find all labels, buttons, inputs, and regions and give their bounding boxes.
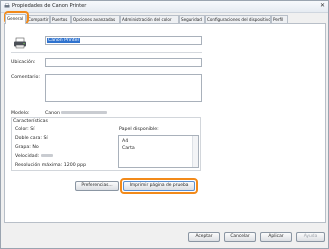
cancel-button[interactable]: Cancelar: [224, 232, 256, 242]
tab-profile[interactable]: Perfil: [271, 15, 288, 23]
printer-icon: [14, 37, 26, 49]
tab-device-settings[interactable]: Configuraciones del dispositivo: [205, 15, 271, 23]
model-label: Modelo:: [11, 111, 30, 116]
tab-color-management[interactable]: Administración del color: [120, 15, 179, 23]
printer-name-text: Canon Printer: [47, 38, 81, 43]
preferences-button[interactable]: Preferencias...: [75, 181, 119, 191]
printer-icon: [4, 3, 10, 8]
feature-color: Color: Sí: [15, 127, 35, 132]
tab-ports[interactable]: Puertos: [50, 15, 71, 23]
paper-item-letter[interactable]: Carta: [122, 146, 135, 151]
close-icon[interactable]: ✕: [320, 2, 325, 9]
tab-general[interactable]: General: [5, 14, 26, 24]
paper-label: Papel disponible:: [119, 127, 159, 132]
feature-speed: Velocidad:: [15, 154, 53, 159]
paper-list[interactable]: A4 Carta: [118, 135, 199, 168]
printer-name-input[interactable]: Canon Printer: [45, 36, 202, 45]
model-value: Canon: [45, 111, 108, 116]
paper-item-a4[interactable]: A4: [122, 139, 128, 144]
tab-sharing[interactable]: Compartir: [26, 15, 50, 23]
accept-button[interactable]: Aceptar: [188, 232, 220, 242]
tab-security[interactable]: Seguridad: [179, 15, 205, 23]
tab-advanced[interactable]: Opciones avanzadas: [71, 15, 120, 23]
paper-list-scrollbar[interactable]: [192, 136, 198, 167]
location-input[interactable]: [45, 58, 202, 67]
separator: [11, 52, 202, 53]
comment-input[interactable]: [45, 74, 202, 102]
feature-resolution: Resolución máxima: 1200 ppp: [15, 163, 87, 168]
model-redacted: [61, 111, 108, 114]
window-title: Propiedades de Canon Printer: [12, 3, 87, 9]
general-panel: Canon Printer Ubicación: Comentario: Mod…: [4, 23, 326, 223]
apply-button[interactable]: Aplicar: [260, 232, 292, 242]
features-title: Características: [13, 119, 48, 124]
help-button[interactable]: Ayuda: [296, 232, 325, 242]
properties-window: Propiedades de Canon Printer ✕ General C…: [0, 0, 329, 249]
model-brand: Canon: [45, 111, 60, 116]
comment-label: Comentario:: [11, 75, 40, 80]
print-test-highlight: [120, 178, 198, 194]
title-bar: Propiedades de Canon Printer ✕: [1, 1, 328, 13]
feature-staple: Grapa: No: [15, 145, 39, 150]
speed-redacted: [40, 154, 53, 157]
feature-duplex: Doble cara: Sí: [15, 136, 48, 141]
location-label: Ubicación:: [11, 60, 36, 65]
feature-speed-label: Velocidad:: [15, 154, 40, 159]
tab-bar: General Compartir Puertos Opciones avanz…: [4, 14, 326, 24]
